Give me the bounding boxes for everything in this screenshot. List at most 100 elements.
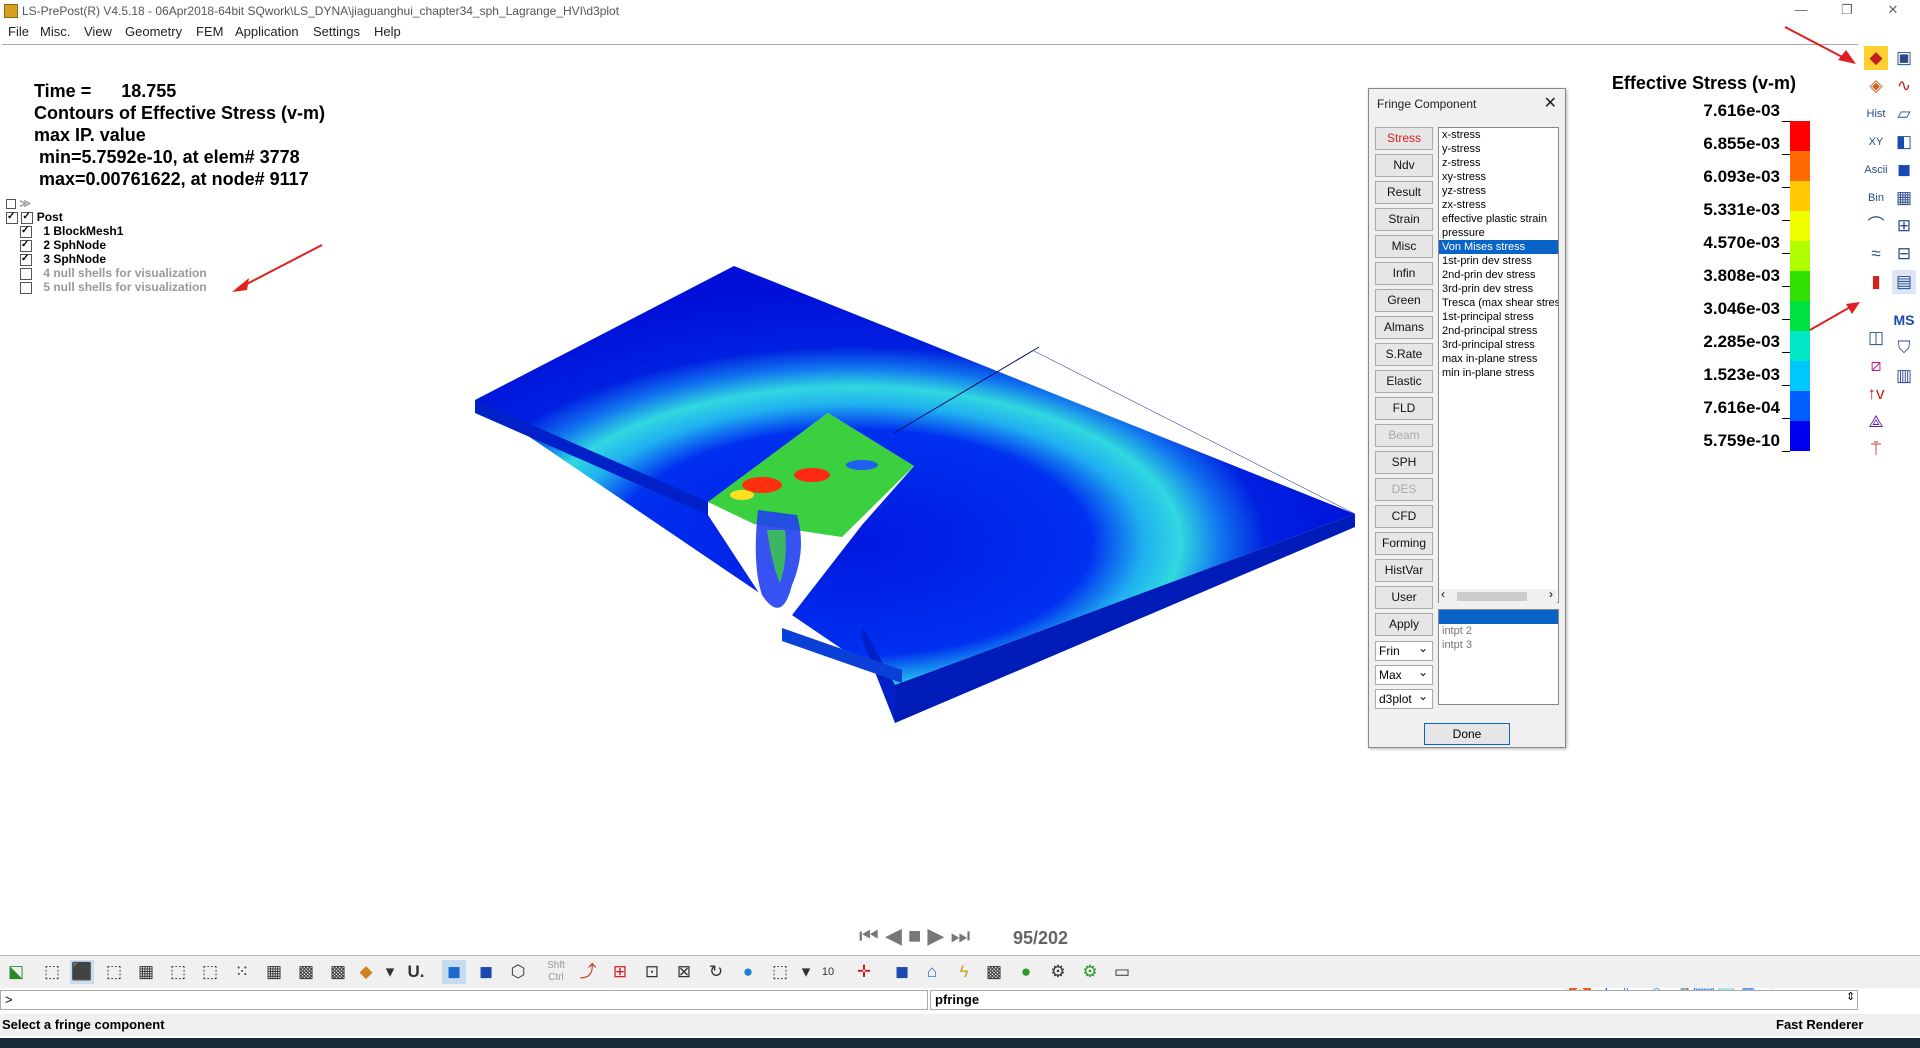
command-input[interactable]: > bbox=[0, 990, 928, 1010]
hidden-cube-icon[interactable]: ⬚ bbox=[102, 960, 126, 984]
vector-icon[interactable]: ↑v bbox=[1864, 382, 1888, 406]
crane-icon[interactable]: ⍑ bbox=[1864, 438, 1888, 462]
fringe-elastic-button[interactable]: Elastic bbox=[1375, 370, 1433, 393]
history-scroll-icon[interactable]: ⇕ bbox=[1846, 990, 1855, 1003]
axes-icon[interactable]: ✛ bbox=[852, 960, 876, 984]
center-icon[interactable]: ⊞ bbox=[608, 960, 632, 984]
xy-plot-icon[interactable]: XY bbox=[1864, 130, 1888, 154]
gears-icon[interactable]: ⚙ bbox=[1078, 960, 1102, 984]
component-item[interactable]: Tresca (max shear stress) bbox=[1439, 296, 1558, 310]
fringe-green-button[interactable]: Green bbox=[1375, 289, 1433, 312]
dialog-close-button[interactable]: ✕ bbox=[1544, 93, 1557, 113]
line-width-value[interactable]: 10 bbox=[816, 960, 840, 984]
fringe-apply-button[interactable]: Apply bbox=[1375, 613, 1433, 636]
part-5-checkbox[interactable] bbox=[20, 281, 32, 294]
fringe-dropdown-icon[interactable]: ▾ bbox=[378, 960, 402, 984]
max-min-select[interactable]: Max bbox=[1375, 663, 1433, 685]
globe-icon[interactable]: ● bbox=[736, 960, 760, 984]
binout-icon[interactable]: Bin bbox=[1864, 186, 1888, 210]
component-item[interactable]: max in-plane stress bbox=[1439, 352, 1558, 366]
fringe-forming-button[interactable]: Forming bbox=[1375, 532, 1433, 555]
graphics-viewport[interactable]: Time = 18.755 Contours of Effective Stre… bbox=[2, 44, 1858, 1007]
curve-icon[interactable]: ∿ bbox=[1892, 74, 1916, 98]
rotate-icon[interactable]: ⤴ bbox=[576, 960, 600, 984]
fringe-strain-button[interactable]: Strain bbox=[1375, 208, 1433, 231]
fringe-des-button[interactable]: DES bbox=[1375, 478, 1433, 501]
surface-icon[interactable]: ◧ bbox=[1892, 130, 1916, 154]
measure-icon[interactable]: ⧄ bbox=[1864, 354, 1888, 378]
intpt-item[interactable]: intpt 1 bbox=[1439, 610, 1558, 624]
collapse-icon[interactable] bbox=[6, 198, 16, 209]
zoom-icon[interactable]: ⊡ bbox=[640, 960, 664, 984]
fringe-range-icon[interactable]: ◈ bbox=[1864, 74, 1888, 98]
solid-icon[interactable]: ◼ bbox=[1892, 158, 1916, 182]
fringe-almans-button[interactable]: Almans bbox=[1375, 316, 1433, 339]
shield-icon[interactable]: ⛉ bbox=[1892, 336, 1916, 360]
element-icon[interactable]: ⊟ bbox=[1892, 242, 1916, 266]
menu-geometry[interactable]: Geometry bbox=[125, 24, 182, 39]
component-item[interactable]: 3rd-principal stress bbox=[1439, 338, 1558, 352]
fringe-sph-button[interactable]: SPH bbox=[1375, 451, 1433, 474]
fringe-result-button[interactable]: Result bbox=[1375, 181, 1433, 204]
persp-cube-icon[interactable]: ◼ bbox=[442, 960, 466, 984]
checker-icon[interactable]: ▩ bbox=[982, 960, 1006, 984]
trace-icon[interactable]: ⌒ bbox=[1864, 214, 1888, 238]
fringe-plot-icon[interactable]: ◆ bbox=[354, 960, 378, 984]
fringe-settings-icon[interactable]: ▤ bbox=[1892, 270, 1916, 294]
scroll-right-icon[interactable]: › bbox=[1549, 587, 1553, 601]
view-dropdown-icon[interactable]: ▾ bbox=[794, 960, 818, 984]
fringe-s-rate-button[interactable]: S.Rate bbox=[1375, 343, 1433, 366]
menu-view[interactable]: View bbox=[84, 24, 112, 39]
component-item[interactable]: 3rd-prin dev stress bbox=[1439, 282, 1558, 296]
pick-icon[interactable]: ⬕ bbox=[4, 960, 28, 984]
menu-help[interactable]: Help bbox=[374, 24, 401, 39]
fringe-user-button[interactable]: User bbox=[1375, 586, 1433, 609]
fringe-infin-button[interactable]: Infin bbox=[1375, 262, 1433, 285]
rotate-view-icon[interactable]: ↻ bbox=[704, 960, 728, 984]
traffic-light-icon[interactable]: ▮ bbox=[1864, 270, 1888, 294]
play-backward-icon[interactable]: ◀ bbox=[885, 923, 902, 949]
u-toggle[interactable]: U. bbox=[404, 960, 428, 984]
model-part-tree-icon[interactable]: ▣ bbox=[1892, 46, 1916, 70]
menu-settings[interactable]: Settings bbox=[313, 24, 360, 39]
minimize-button[interactable]: — bbox=[1778, 0, 1824, 22]
ms-icon[interactable]: MS bbox=[1892, 308, 1916, 332]
shaded-cube-icon[interactable]: ⬛ bbox=[70, 960, 94, 984]
component-item[interactable]: pressure bbox=[1439, 226, 1558, 240]
data-source-select[interactable]: d3plot bbox=[1375, 687, 1433, 709]
menu-file[interactable]: File bbox=[8, 24, 29, 39]
first-frame-icon[interactable]: ⏮ bbox=[859, 923, 879, 949]
post-checkbox[interactable] bbox=[6, 209, 18, 225]
history-icon[interactable]: Hist bbox=[1864, 102, 1888, 126]
tree-part-5[interactable]: 5 null shells for visualization bbox=[20, 279, 207, 295]
stress-plate-model[interactable] bbox=[462, 265, 1362, 725]
command-history[interactable]: pfringe bbox=[930, 990, 1858, 1010]
camera-icon[interactable]: ◫ bbox=[1864, 326, 1888, 350]
component-item[interactable]: effective plastic strain bbox=[1439, 212, 1558, 226]
close-window-button[interactable]: ✕ bbox=[1870, 0, 1916, 22]
mesh-cube-icon[interactable]: ▦ bbox=[134, 960, 158, 984]
component-item[interactable]: y-stress bbox=[1439, 142, 1558, 156]
intpt-item[interactable]: intpt 2 bbox=[1439, 624, 1558, 638]
intpt-item[interactable]: intpt 3 bbox=[1439, 638, 1558, 652]
solid-grid-icon[interactable]: ▩ bbox=[326, 960, 350, 984]
last-frame-icon[interactable]: ⏭ bbox=[950, 923, 970, 949]
dots-cube-icon[interactable]: ⁙ bbox=[230, 960, 254, 984]
fringe-component-icon[interactable]: ◆ bbox=[1864, 46, 1888, 70]
restore-button[interactable]: ❐ bbox=[1824, 0, 1870, 22]
component-item[interactable]: Von Mises stress bbox=[1439, 240, 1558, 254]
path-icon[interactable]: ≈ bbox=[1864, 242, 1888, 266]
stop-icon[interactable]: ■ bbox=[908, 923, 921, 949]
scroll-left-icon[interactable]: ‹ bbox=[1441, 587, 1445, 601]
component-item[interactable]: z-stress bbox=[1439, 156, 1558, 170]
box-icon[interactable]: ◼ bbox=[890, 960, 914, 984]
play-icon[interactable]: ● bbox=[1014, 960, 1038, 984]
wire-cube-icon[interactable]: ⬚ bbox=[40, 960, 64, 984]
component-item[interactable]: 2nd-principal stress bbox=[1439, 324, 1558, 338]
component-item[interactable]: 1st-principal stress bbox=[1439, 310, 1558, 324]
ascii-icon[interactable]: Ascii bbox=[1864, 158, 1888, 182]
menu-application[interactable]: Application bbox=[235, 24, 299, 39]
component-item[interactable]: yz-stress bbox=[1439, 184, 1558, 198]
fringe-stress-button[interactable]: Stress bbox=[1375, 127, 1433, 150]
play-forward-icon[interactable]: ▶ bbox=[927, 923, 944, 949]
